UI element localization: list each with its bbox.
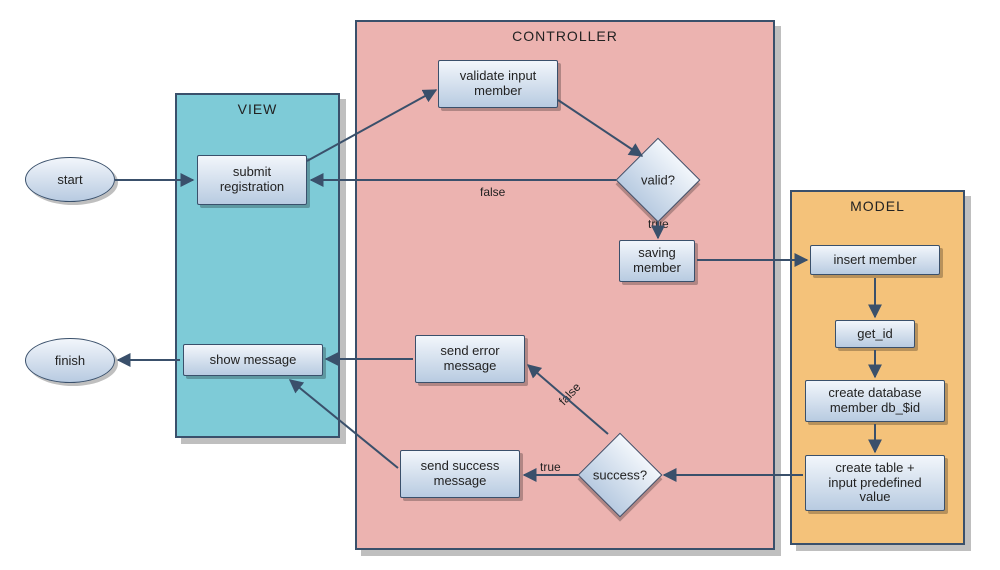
get-id-box: get_id (835, 320, 915, 348)
validate-input-box: validate input member (438, 60, 558, 108)
model-title: MODEL (792, 192, 963, 218)
controller-title: CONTROLLER (357, 22, 773, 48)
start-label: start (57, 172, 82, 187)
insert-member-box: insert member (810, 245, 940, 275)
start-node: start (25, 157, 115, 202)
finish-label: finish (55, 353, 85, 368)
success-label: success? (593, 468, 647, 483)
saving-member-box: saving member (619, 240, 695, 282)
valid-true-label: true (648, 217, 669, 231)
finish-node: finish (25, 338, 115, 383)
view-container: VIEW (175, 93, 340, 438)
create-db-label: create database member db_$id (828, 386, 921, 416)
insert-member-label: insert member (833, 253, 916, 268)
create-table-box: create table + input predefined value (805, 455, 945, 511)
success-true-label: true (540, 460, 561, 474)
mvc-flowchart: VIEW CONTROLLER MODEL start finish submi… (0, 0, 1000, 570)
view-title: VIEW (177, 95, 338, 121)
show-message-box: show message (183, 344, 323, 376)
valid-false-label: false (480, 185, 505, 199)
send-error-label: send error message (440, 344, 499, 374)
get-id-label: get_id (857, 327, 892, 342)
saving-member-label: saving member (633, 246, 681, 276)
valid-label: valid? (641, 173, 675, 188)
submit-registration-box: submit registration (197, 155, 307, 205)
send-success-box: send success message (400, 450, 520, 498)
validate-input-label: validate input member (460, 69, 537, 99)
submit-registration-label: submit registration (220, 165, 284, 195)
send-success-label: send success message (421, 459, 500, 489)
show-message-label: show message (210, 353, 297, 368)
create-table-label: create table + input predefined value (828, 461, 921, 506)
create-db-box: create database member db_$id (805, 380, 945, 422)
send-error-box: send error message (415, 335, 525, 383)
